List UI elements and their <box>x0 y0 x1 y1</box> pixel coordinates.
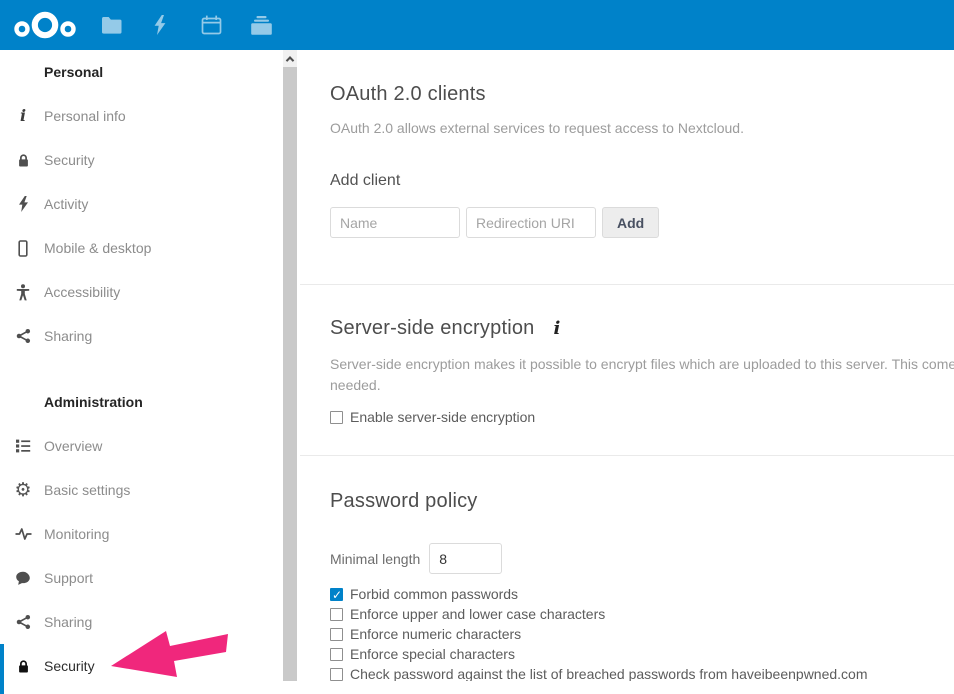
sidebar-item-label: Sharing <box>44 328 92 344</box>
checkbox-icon[interactable] <box>330 648 343 661</box>
checkbox-label: Forbid common passwords <box>350 586 518 602</box>
oauth-title: OAuth 2.0 clients <box>330 83 954 106</box>
checkbox-icon[interactable] <box>330 628 343 641</box>
share-icon <box>13 612 33 632</box>
share-icon <box>13 326 33 346</box>
encryption-section: Server-side encryption i Server-side enc… <box>300 284 954 455</box>
phone-icon <box>13 238 33 258</box>
sidebar-item-label: Mobile & desktop <box>44 240 151 256</box>
password-policy-section: Password policy Minimal length Forbid co… <box>300 455 954 681</box>
chevron-up-icon <box>286 56 294 64</box>
chat-icon <box>13 568 33 588</box>
checkbox-icon[interactable] <box>330 668 343 681</box>
sidebar-item-personal-info[interactable]: i Personal info <box>0 94 300 138</box>
sidebar-item-sharing-admin[interactable]: Sharing <box>0 600 300 644</box>
redirection-uri-input[interactable] <box>466 207 596 238</box>
sidebar-scrollbar[interactable] <box>283 50 297 681</box>
minimal-length-row: Minimal length <box>330 543 954 574</box>
sidebar-item-label: Overview <box>44 438 102 454</box>
scrollbar-thumb[interactable] <box>283 67 297 681</box>
checkbox-icon[interactable] <box>330 411 343 424</box>
client-name-input[interactable] <box>330 207 460 238</box>
add-client-form: Add <box>330 207 954 238</box>
sidebar-item-security-admin[interactable]: Security <box>0 644 300 688</box>
scrollbar-up-button[interactable] <box>283 50 297 67</box>
encryption-description-line2: needed. <box>330 375 954 396</box>
lock-icon <box>13 150 33 170</box>
checkbox-enforce-upper-lower[interactable]: Enforce upper and lower case characters <box>330 604 954 624</box>
info-icon: i <box>13 106 33 126</box>
sidebar-item-label: Activity <box>44 196 88 212</box>
checkbox-enforce-special[interactable]: Enforce special characters <box>330 644 954 664</box>
sidebar-item-label: Support <box>44 570 93 586</box>
gear-icon: ⚙ <box>13 480 33 500</box>
sidebar-section-personal: Personal <box>0 50 300 94</box>
sidebar-item-accessibility[interactable]: Accessibility <box>0 270 300 314</box>
encryption-description: Server-side encryption makes it possible… <box>330 354 954 396</box>
folder-icon[interactable] <box>99 0 125 50</box>
checkbox-label: Enforce numeric characters <box>350 626 521 642</box>
sidebar-item-label: Sharing <box>44 614 92 630</box>
checkbox-icon[interactable] <box>330 608 343 621</box>
nextcloud-logo[interactable] <box>12 10 78 45</box>
sidebar-item-monitoring[interactable]: Monitoring <box>0 512 300 556</box>
sidebar-item-overview[interactable]: Overview <box>0 424 300 468</box>
info-icon[interactable]: i <box>554 320 561 338</box>
sidebar-item-label: Personal info <box>44 108 126 124</box>
encryption-description-line1: Server-side encryption makes it possible… <box>330 354 954 375</box>
minimal-length-label: Minimal length <box>330 551 420 567</box>
checkbox-enforce-numeric[interactable]: Enforce numeric characters <box>330 624 954 644</box>
sidebar-item-basic-settings[interactable]: ⚙ Basic settings <box>0 468 300 512</box>
list-icon <box>13 436 33 456</box>
oauth-section: OAuth 2.0 clients OAuth 2.0 allows exter… <box>300 50 954 284</box>
settings-sidebar: Personal i Personal info Security Activi… <box>0 50 300 681</box>
sidebar-item-support[interactable]: Support <box>0 556 300 600</box>
password-policy-title: Password policy <box>330 490 954 513</box>
checkbox-checked-icon[interactable] <box>330 588 343 601</box>
checkbox-forbid-common-passwords[interactable]: Forbid common passwords <box>330 584 954 604</box>
monitoring-icon <box>13 524 33 544</box>
sidebar-item-label: Security <box>44 152 95 168</box>
calendar-icon[interactable] <box>198 0 224 50</box>
sidebar-section-administration: Administration <box>0 380 300 424</box>
accessibility-icon <box>13 282 33 302</box>
sidebar-item-sharing-personal[interactable]: Sharing <box>0 314 300 358</box>
checkbox-label: Enable server-side encryption <box>350 409 535 425</box>
lightning-icon[interactable] <box>147 0 173 50</box>
oauth-description: OAuth 2.0 allows external services to re… <box>330 120 954 136</box>
sidebar-item-security-personal[interactable]: Security <box>0 138 300 182</box>
sidebar-item-label: Security <box>44 658 95 674</box>
add-client-button[interactable]: Add <box>602 207 659 238</box>
add-client-heading: Add client <box>330 172 954 190</box>
deck-icon[interactable] <box>248 0 274 50</box>
sidebar-item-label: Accessibility <box>44 284 120 300</box>
sidebar-item-mobile-desktop[interactable]: Mobile & desktop <box>0 226 300 270</box>
sidebar-item-label: Basic settings <box>44 482 130 498</box>
settings-content: OAuth 2.0 clients OAuth 2.0 allows exter… <box>300 50 954 681</box>
sidebar-item-activity[interactable]: Activity <box>0 182 300 226</box>
encryption-title: Server-side encryption <box>330 317 535 340</box>
checkbox-label: Enforce upper and lower case characters <box>350 606 605 622</box>
top-header-bar <box>0 0 954 50</box>
lightning-icon <box>13 194 33 214</box>
checkbox-label: Check password against the list of breac… <box>350 666 868 681</box>
enable-encryption-checkbox-row[interactable]: Enable server-side encryption <box>330 409 954 425</box>
sidebar-item-label: Monitoring <box>44 526 109 542</box>
password-policy-options: Forbid common passwords Enforce upper an… <box>330 584 954 681</box>
lock-icon <box>13 656 33 676</box>
checkbox-label: Enforce special characters <box>350 646 515 662</box>
checkbox-haveibeenpwned[interactable]: Check password against the list of breac… <box>330 664 954 681</box>
minimal-length-input[interactable] <box>429 543 502 574</box>
